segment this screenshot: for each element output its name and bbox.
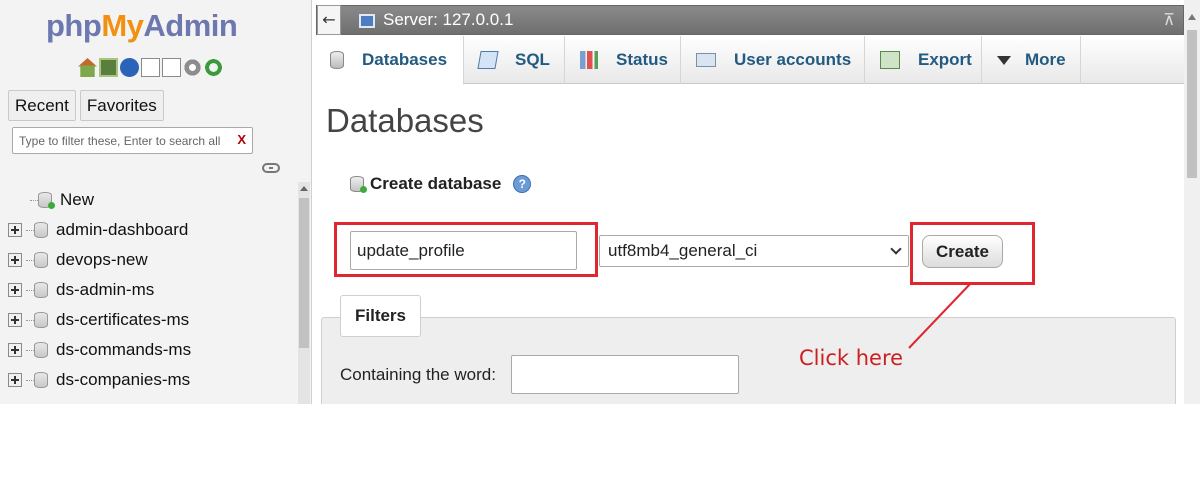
navigation-panel: phpMyAdmin Recent Favorites X New admin-… — [0, 0, 312, 404]
tree-line — [26, 289, 34, 291]
database-icon — [34, 252, 48, 268]
recent-tab[interactable]: Recent — [8, 90, 76, 121]
expand-icon[interactable] — [8, 313, 22, 327]
logo-admin: Admin — [143, 8, 238, 43]
database-tree: New admin-dashboard devops-new ds-admin-… — [8, 185, 298, 395]
expand-icon[interactable] — [8, 343, 22, 357]
tree-item-devops-new[interactable]: devops-new — [8, 245, 298, 275]
main-panel: ← Server: 127.0.0.1 ⊼ Databases SQL Stat… — [316, 0, 1200, 404]
scroll-up-icon[interactable] — [1188, 14, 1196, 20]
navigation-filter: X — [12, 127, 253, 154]
tree-line — [26, 319, 34, 321]
tree-item-ds-companies-ms[interactable]: ds-companies-ms — [8, 365, 298, 395]
expand-icon[interactable] — [8, 373, 22, 387]
tree-item-new[interactable]: New — [8, 185, 298, 215]
docs-icon[interactable] — [162, 58, 181, 77]
tree-item-ds-commands-ms[interactable]: ds-commands-ms — [8, 335, 298, 365]
tree-line — [26, 229, 34, 231]
new-database-icon — [38, 192, 55, 209]
settings-icon[interactable] — [183, 58, 202, 77]
expand-icon[interactable] — [8, 223, 22, 237]
tree-item-label: ds-commands-ms — [56, 340, 192, 359]
database-icon — [34, 312, 48, 328]
tree-item-label: devops-new — [56, 250, 148, 269]
logo-my: My — [101, 8, 144, 43]
docs-icon[interactable] — [141, 58, 160, 77]
annotation-arrow — [908, 282, 972, 349]
home-icon[interactable] — [78, 58, 97, 77]
tree-item-admin-dashboard[interactable]: admin-dashboard — [8, 215, 298, 245]
navigation-icon-bar — [78, 58, 223, 77]
tree-item-label: ds-certificates-ms — [56, 310, 190, 329]
tree-item-ds-certificates-ms[interactable]: ds-certificates-ms — [8, 305, 298, 335]
database-icon — [34, 222, 48, 238]
database-icon — [34, 372, 48, 388]
logo-php: php — [46, 8, 102, 43]
scrollbar-thumb[interactable] — [1187, 30, 1197, 178]
tree-line — [26, 379, 34, 381]
tree-line — [26, 349, 34, 351]
navigation-tabs: Recent Favorites — [8, 90, 164, 121]
clear-filter-icon[interactable]: X — [237, 132, 246, 147]
tree-item-ds-admin-ms[interactable]: ds-admin-ms — [8, 275, 298, 305]
tree-item-label: admin-dashboard — [56, 220, 189, 239]
exit-icon[interactable] — [99, 58, 118, 77]
annotation-click-here: Click here — [799, 346, 904, 370]
tree-item-label: ds-companies-ms — [56, 370, 191, 389]
favorites-tab[interactable]: Favorites — [79, 90, 164, 121]
scroll-up-icon[interactable] — [300, 186, 308, 191]
navigation-scrollbar[interactable] — [298, 182, 310, 404]
tree-line — [26, 259, 34, 261]
database-icon — [34, 342, 48, 358]
database-icon — [34, 282, 48, 298]
phpmyadmin-logo[interactable]: phpMyAdmin — [46, 8, 238, 44]
tree-line — [30, 199, 38, 201]
tree-item-label: New — [60, 190, 95, 209]
expand-icon[interactable] — [8, 283, 22, 297]
link-with-main-panel-icon[interactable] — [262, 163, 280, 173]
expand-icon[interactable] — [8, 253, 22, 267]
scrollbar-thumb[interactable] — [299, 198, 309, 348]
annotation-line — [908, 282, 972, 349]
navigation-filter-input[interactable] — [13, 128, 228, 153]
reload-icon[interactable] — [204, 58, 223, 77]
tree-item-label: ds-admin-ms — [56, 280, 155, 299]
main-scrollbar[interactable] — [1184, 0, 1200, 404]
help-icon[interactable] — [120, 58, 139, 77]
